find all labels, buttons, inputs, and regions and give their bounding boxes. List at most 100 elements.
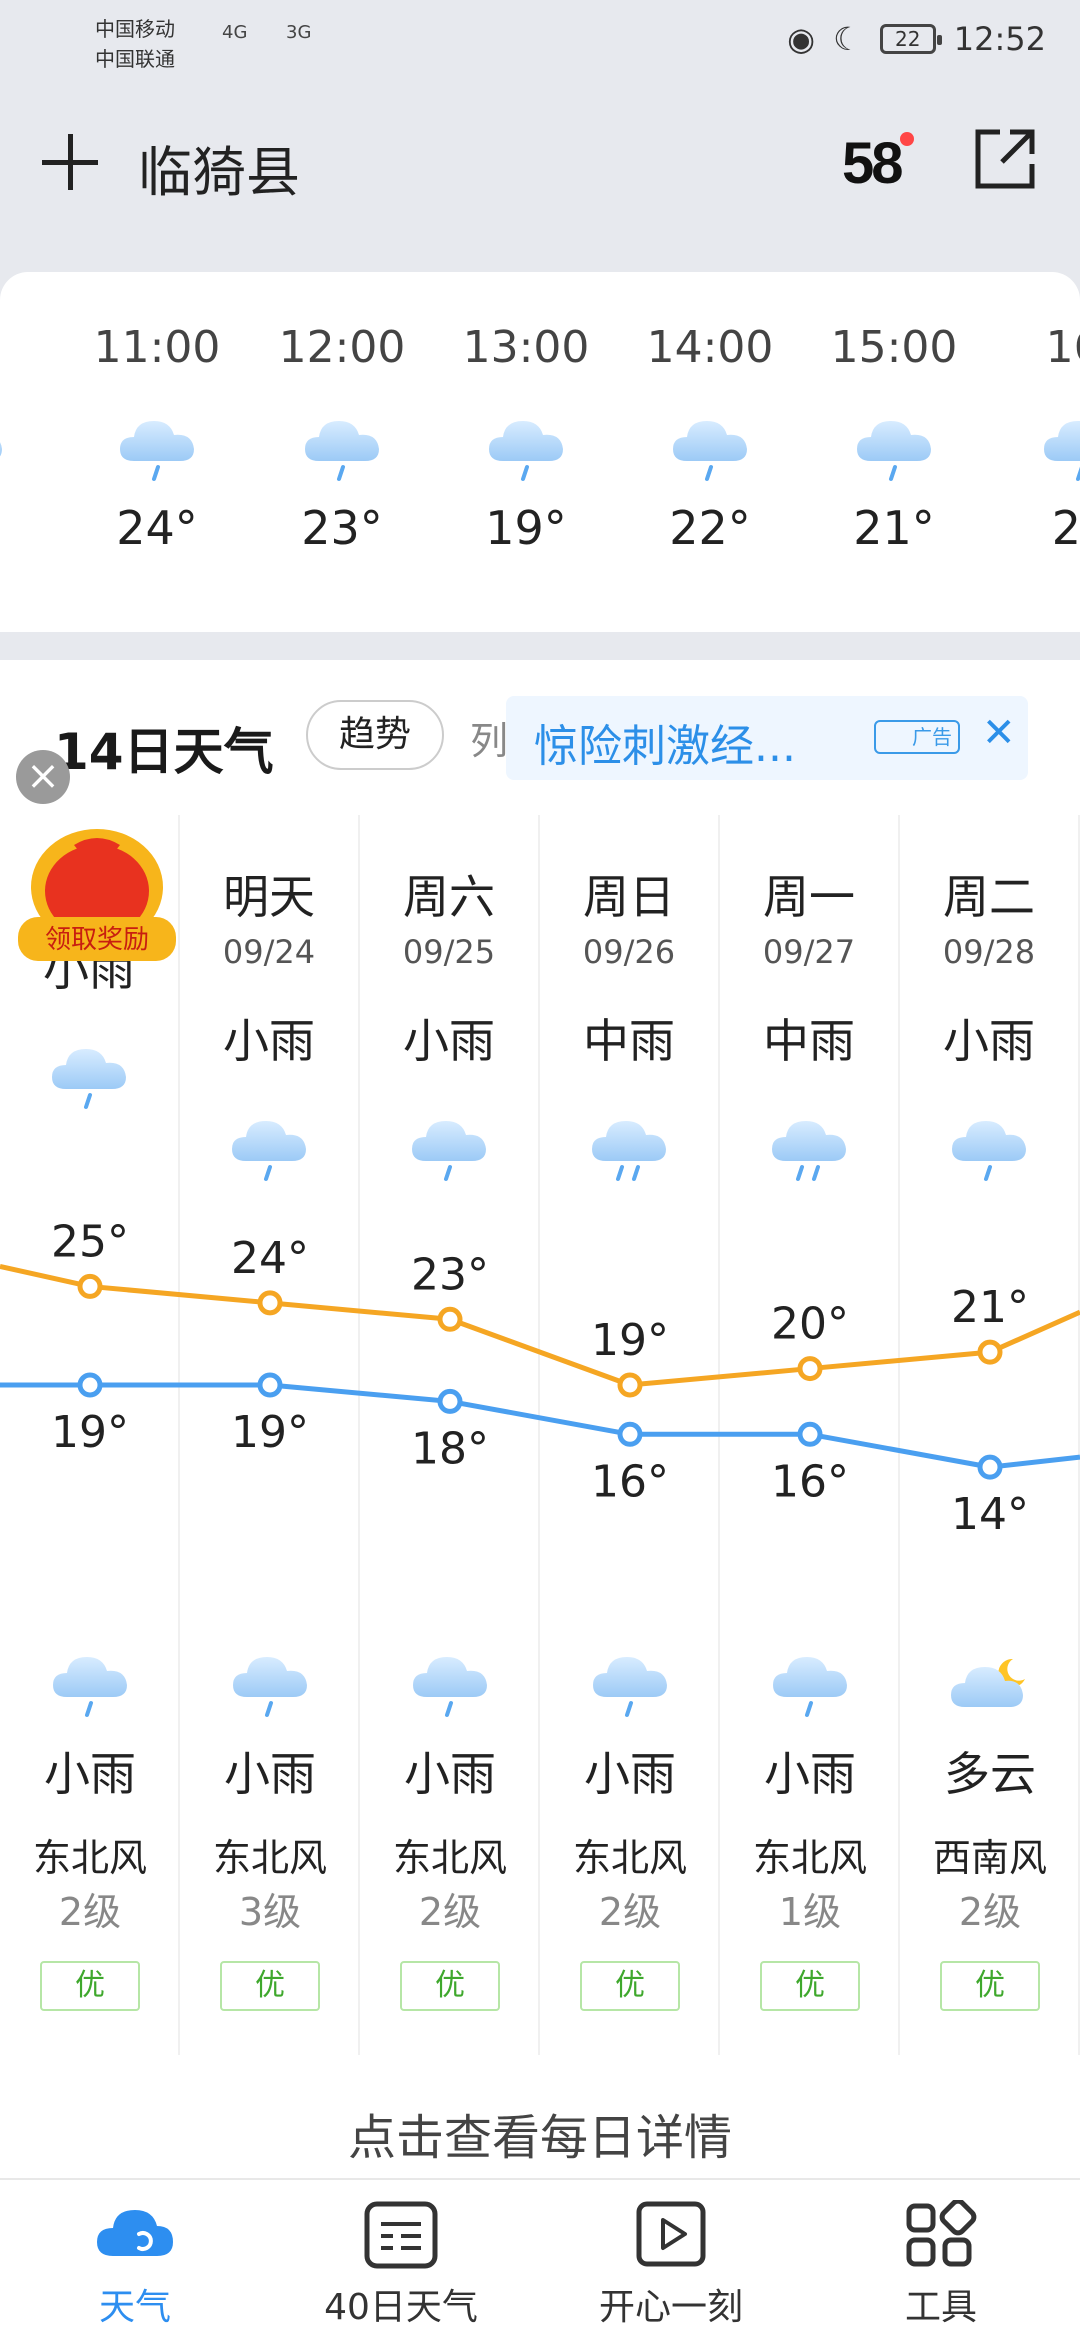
city-name[interactable]: 临猗县 [138,128,300,207]
add-city-icon[interactable] [40,132,100,192]
list-toggle-button[interactable]: 列 [470,710,508,765]
hourly-forecast[interactable]: 00 ° 11:00 24° 12:00 23° 13:00 19° 14:00… [0,272,1080,632]
low-temp-point [437,1388,463,1414]
hour-temp: 22° [669,501,751,555]
high-temp-label: 19° [591,1315,669,1366]
share-icon[interactable] [970,124,1040,194]
hour-temp: 21° [853,501,935,555]
daily-title: 14日天气 [54,723,274,781]
nav-label: 开心一刻 [598,2287,743,2328]
daily-detail-link[interactable]: 点击查看每日详情 [0,2098,1080,2168]
high-temp-line [0,1263,1080,1388]
wind-level: 3级 [238,1890,302,1934]
air-quality-badge: 优 [580,1961,680,2011]
night-weather: 小雨 [44,1747,136,1801]
low-temp-point [257,1372,283,1398]
nav-label: 天气 [98,2287,171,2328]
eye-icon: ◉ [787,20,816,58]
light-rain-icon [1038,409,1080,489]
day-weather: 中雨 [763,1014,855,1068]
hour-temp: 23° [301,501,383,555]
low-temp-point [617,1421,643,1447]
air-quality-badge: 优 [760,1961,860,2011]
trend-toggle-button[interactable]: 趋势 [306,700,444,770]
calendar-icon [364,2201,438,2269]
low-temp-label: 14° [951,1489,1029,1540]
light-rain-icon [114,409,200,489]
moon-icon: ☾ [833,20,862,58]
temperature-chart: 25° 24° 23° 19° 20° 21° 19° 19° 18° 16° 16° 14° [0,1216,1080,1540]
nav-tools[interactable]: 工具 [806,2180,1076,2340]
high-temp-label: 23° [411,1249,489,1300]
light-rain-icon [483,409,569,489]
hour-temp: 21 [1051,501,1080,555]
ad-banner[interactable]: 惊险刺激经... 广告 ✕ [506,696,1028,780]
ad-close-button[interactable]: ✕ [982,710,1016,756]
reward-label: 领取奖励 [45,925,149,955]
close-reward-button[interactable]: × [16,750,70,804]
battery-icon: 22 [879,24,942,54]
light-rain-icon [227,1645,313,1725]
wind-direction: 东北风 [212,1836,327,1880]
high-temp-label: 25° [51,1216,129,1267]
night-weather: 多云 [944,1747,1036,1801]
day-name: 周一 [763,870,855,924]
high-temp-point [437,1306,463,1332]
day-date: 09/27 [762,933,856,971]
low-temp-point [977,1454,1003,1480]
air-quality-badge: 优 [940,1961,1040,2011]
air-quality-badge: 优 [40,1961,140,2011]
low-temp-point [77,1372,103,1398]
hour-item: 14:00 22° [625,272,795,555]
hour-item: 13:00 19° [441,272,611,555]
day-name: 周六 [403,870,495,924]
high-temp-point [77,1273,103,1299]
wind-direction: 东北风 [572,1836,687,1880]
day-weather: 小雨 [403,1014,495,1068]
wind-direction: 西南风 [932,1836,1047,1880]
night-weather: 小雨 [764,1747,856,1801]
light-rain-icon [767,1645,853,1725]
night-weather: 小雨 [404,1747,496,1801]
wind-direction: 东北风 [392,1836,507,1880]
wind-level: 2级 [58,1890,122,1934]
hour-temp: 24° [116,501,198,555]
high-temp-label: 21° [951,1282,1029,1333]
cloudy-icon [947,1645,1033,1725]
hour-time: 11:00 [93,322,221,373]
low-temp-point [797,1421,823,1447]
ad-badge: 广告 [874,720,960,754]
hour-temp: 19° [485,501,567,555]
high-temp-label: 20° [771,1299,849,1350]
high-temp-point [797,1356,823,1382]
hour-item: 16: 21 [996,272,1080,555]
aqi-badge[interactable]: 58 [842,130,903,197]
cloud-icon [97,2210,173,2256]
nav-fun[interactable]: 开心一刻 [536,2180,806,2340]
hour-temp: ° [0,501,50,555]
day-weather: 中雨 [583,1014,675,1068]
carrier-info: 中国移动 中国联通 [95,14,175,74]
nav-40day[interactable]: 40日天气 [266,2180,536,2340]
ad-text[interactable]: 惊险刺激经... [534,710,796,774]
light-rain-icon [407,1645,493,1725]
hour-item: 15:00 21° [809,272,979,555]
high-temp-point [617,1372,643,1398]
clock: 12:52 [953,20,1046,58]
app-header: 临猗县 58 [0,110,1080,220]
light-rain-icon [851,409,937,489]
bottom-navigation: 天气 40日天气 开心一刻 工具 [0,2178,1080,2340]
day-name: 周二 [943,870,1035,924]
high-temp-point [977,1339,1003,1365]
hour-time: 14:00 [646,322,774,373]
hour-time: 12:00 [278,322,406,373]
nav-weather[interactable]: 天气 [0,2180,270,2340]
day-date: 09/24 [222,933,316,971]
high-temp-label: 24° [231,1233,309,1284]
day-name: 周日 [583,870,675,924]
hour-item: 11:00 24° [72,272,242,555]
day-name: 明天 [223,870,315,924]
reward-badge[interactable]: 领取奖励 [12,825,182,975]
nav-label: 工具 [904,2287,977,2328]
wind-level: 1级 [778,1890,842,1934]
